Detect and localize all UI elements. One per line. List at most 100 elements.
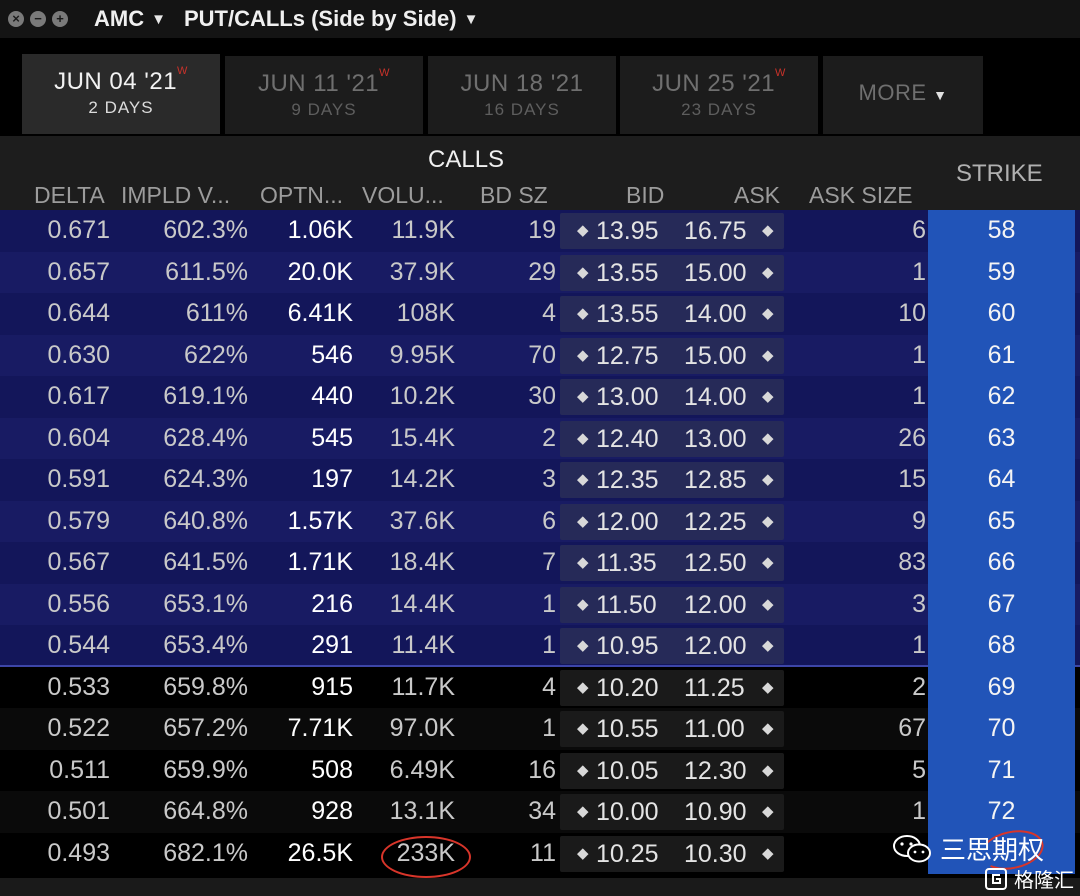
diamond-icon: ◆ xyxy=(577,305,589,322)
column-implied-vol[interactable]: IMPLD V... xyxy=(121,182,230,209)
ticker-selector[interactable]: AMC ▼ xyxy=(94,6,166,32)
bid-price[interactable]: 13.00 xyxy=(596,379,659,415)
bid-price[interactable]: 10.20 xyxy=(596,670,659,706)
table-row[interactable]: 0.522 657.2% 7.71K 97.0K 1 ◆ 10.55 11.00 ◆ … xyxy=(0,708,1080,750)
ask-price[interactable]: 12.25 xyxy=(684,504,747,540)
quote-cell[interactable]: ◆ 13.00 14.00 ◆ xyxy=(560,379,784,415)
table-row[interactable]: 0.617 619.1% 440 10.2K 30 ◆ 13.00 14.00 ◆ 1… xyxy=(0,376,1080,418)
strike-cell: 59 xyxy=(928,251,1075,293)
more-expiries-button[interactable]: MORE ▼ xyxy=(823,56,983,134)
volume-cell: 10.2K xyxy=(389,382,455,410)
table-row[interactable]: 0.604 628.4% 545 15.4K 2 ◆ 12.40 13.00 ◆ 26… xyxy=(0,417,1080,459)
quote-cell[interactable]: ◆ 10.00 10.90 ◆ xyxy=(560,794,784,830)
quote-cell[interactable]: ◆ 13.55 15.00 ◆ xyxy=(560,254,784,291)
column-strike[interactable]: STRIKE xyxy=(956,160,1043,188)
open-interest-cell: 216 xyxy=(311,589,353,618)
maximize-window-button[interactable]: + xyxy=(52,11,68,27)
ask-price[interactable]: 12.00 xyxy=(684,587,747,623)
column-ask-size[interactable]: ASK SIZE xyxy=(809,182,913,209)
caret-down-icon: ▼ xyxy=(463,10,479,28)
delta-cell: 0.671 xyxy=(47,216,110,244)
ask-price[interactable]: 14.00 xyxy=(684,296,747,332)
quote-cell[interactable]: ◆ 13.95 16.75 ◆ xyxy=(560,213,784,249)
table-row[interactable]: 0.630 622% 546 9.95K 70 ◆ 12.75 15.00 ◆ 1 6… xyxy=(0,334,1080,376)
bid-size-cell: 4 xyxy=(542,299,556,327)
brand-text: 格隆汇 xyxy=(1014,868,1074,892)
bid-price[interactable]: 12.40 xyxy=(596,421,659,457)
tab-expiry-jun-25[interactable]: JUN 25 '21W 23 DAYS xyxy=(620,56,818,134)
bid-price[interactable]: 12.00 xyxy=(596,504,659,540)
column-bid-size[interactable]: BD SZ xyxy=(480,182,548,209)
ask-price[interactable]: 12.00 xyxy=(684,628,747,664)
quote-cell[interactable]: ◆ 12.35 12.85 ◆ xyxy=(560,462,784,498)
quote-cell[interactable]: ◆ 10.55 11.00 ◆ xyxy=(560,711,784,747)
quote-cell[interactable]: ◆ 12.75 15.00 ◆ xyxy=(560,337,784,374)
title-bar: × − + AMC ▼ PUT/CALLs (Side by Side) ▼ xyxy=(0,0,1080,38)
ask-price[interactable]: 11.25 xyxy=(684,670,745,706)
close-window-button[interactable]: × xyxy=(8,11,24,27)
bid-price[interactable]: 10.55 xyxy=(596,711,659,747)
table-row[interactable]: 0.591 624.3% 197 14.2K 3 ◆ 12.35 12.85 ◆ 15… xyxy=(0,459,1080,501)
table-row[interactable]: 0.579 640.8% 1.57K 37.6K 6 ◆ 12.00 12.25 ◆ … xyxy=(0,500,1080,542)
view-selector[interactable]: PUT/CALLs (Side by Side) ▼ xyxy=(184,6,478,32)
quote-cell[interactable]: ◆ 12.40 13.00 ◆ xyxy=(560,420,784,457)
ask-price[interactable]: 12.50 xyxy=(684,545,747,581)
weekly-marker: W xyxy=(775,67,786,79)
table-row[interactable]: 0.511 659.9% 508 6.49K 16 ◆ 10.05 12.30 ◆ 5… xyxy=(0,749,1080,791)
table-row[interactable]: 0.644 611% 6.41K 108K 4 ◆ 13.55 14.00 ◆ 10 … xyxy=(0,293,1080,335)
quote-cell[interactable]: ◆ 10.05 12.30 ◆ xyxy=(560,752,784,789)
column-open-interest[interactable]: OPTN... xyxy=(260,182,343,209)
table-row[interactable]: 0.533 659.8% 915 11.7K 4 ◆ 10.20 11.25 ◆ 2 … xyxy=(0,666,1080,708)
bottom-scroll-bar[interactable] xyxy=(0,878,1080,896)
bid-size-cell: 29 xyxy=(528,257,556,286)
bid-price[interactable]: 13.55 xyxy=(596,255,659,291)
delta-cell: 0.493 xyxy=(47,838,110,867)
column-volume[interactable]: VOLU... xyxy=(362,182,444,209)
bid-price[interactable]: 10.05 xyxy=(596,753,659,789)
table-row[interactable]: 0.501 664.8% 928 13.1K 34 ◆ 10.00 10.90 ◆ 1… xyxy=(0,791,1080,833)
view-title: PUT/CALLs (Side by Side) xyxy=(183,6,457,31)
bid-size-cell: 11 xyxy=(530,838,556,867)
bid-price[interactable]: 10.95 xyxy=(596,628,659,664)
bid-size-cell: 16 xyxy=(528,755,556,784)
bid-price[interactable]: 11.50 xyxy=(596,587,657,623)
column-delta[interactable]: DELTA xyxy=(34,182,105,209)
table-row[interactable]: 0.671 602.3% 1.06K 11.9K 19 ◆ 13.95 16.75 ◆… xyxy=(0,210,1080,252)
ask-price[interactable]: 14.00 xyxy=(684,379,747,415)
tab-expiry-jun-04[interactable]: JUN 04 '21W 2 DAYS xyxy=(22,54,220,134)
ask-price[interactable]: 11.00 xyxy=(684,711,745,747)
quote-cell[interactable]: ◆ 10.25 10.30 ◆ xyxy=(560,835,784,872)
table-row[interactable]: 0.567 641.5% 1.71K 18.4K 7 ◆ 11.35 12.50 ◆ … xyxy=(0,542,1080,584)
bid-price[interactable]: 10.00 xyxy=(596,794,659,830)
table-row[interactable]: 0.657 611.5% 20.0K 37.9K 29 ◆ 13.55 15.00 ◆… xyxy=(0,251,1080,293)
bid-price[interactable]: 10.25 xyxy=(596,836,659,872)
quote-cell[interactable]: ◆ 13.55 14.00 ◆ xyxy=(560,296,784,332)
bid-price[interactable]: 13.95 xyxy=(596,213,659,249)
bid-price[interactable]: 13.55 xyxy=(596,296,659,332)
ask-price[interactable]: 12.30 xyxy=(684,753,747,789)
quote-cell[interactable]: ◆ 10.20 11.25 ◆ xyxy=(560,669,784,706)
ask-price[interactable]: 10.30 xyxy=(684,836,747,872)
table-row[interactable]: 0.556 653.1% 216 14.4K 1 ◆ 11.50 12.00 ◆ 3 … xyxy=(0,583,1080,625)
quote-cell[interactable]: ◆ 11.35 12.50 ◆ xyxy=(560,545,784,581)
quote-cell[interactable]: ◆ 10.95 12.00 ◆ xyxy=(560,628,784,664)
ask-price[interactable]: 13.00 xyxy=(684,421,747,457)
ask-price[interactable]: 15.00 xyxy=(684,338,747,374)
minimize-window-button[interactable]: − xyxy=(30,11,46,27)
bid-price[interactable]: 12.35 xyxy=(596,462,659,498)
tab-expiry-jun-11[interactable]: JUN 11 '21W 9 DAYS xyxy=(225,56,423,134)
column-ask[interactable]: ASK xyxy=(734,182,780,209)
tab-expiry-jun-18[interactable]: JUN 18 '21 16 DAYS xyxy=(428,56,616,134)
quote-cell[interactable]: ◆ 12.00 12.25 ◆ xyxy=(560,503,784,540)
table-row[interactable]: 0.544 653.4% 291 11.4K 1 ◆ 10.95 12.00 ◆ 1 … xyxy=(0,625,1080,667)
ask-price[interactable]: 15.00 xyxy=(684,255,747,291)
ask-price[interactable]: 12.85 xyxy=(684,462,747,498)
ask-price[interactable]: 10.90 xyxy=(684,794,747,830)
bid-price[interactable]: 11.35 xyxy=(596,545,657,581)
quote-cell[interactable]: ◆ 11.50 12.00 ◆ xyxy=(560,586,784,623)
column-bid[interactable]: BID xyxy=(626,182,664,209)
diamond-icon: ◆ xyxy=(762,222,774,239)
bid-price[interactable]: 12.75 xyxy=(596,338,659,374)
strike-cell: 72 xyxy=(928,791,1075,833)
ask-price[interactable]: 16.75 xyxy=(684,213,747,249)
